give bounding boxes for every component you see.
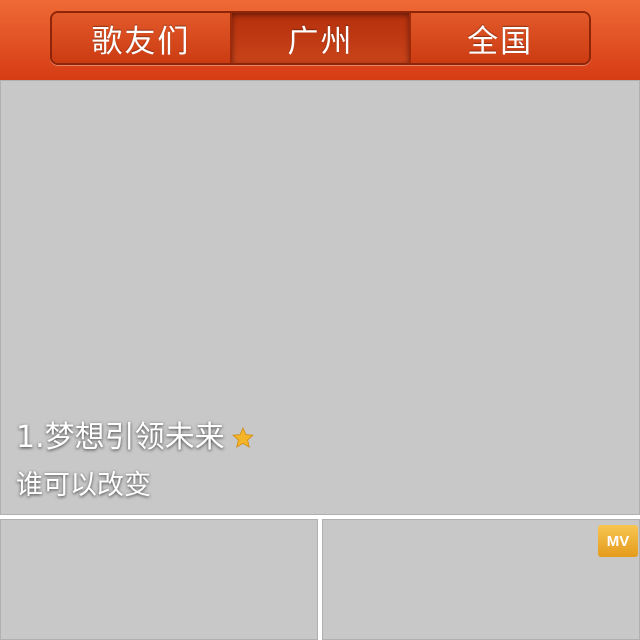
tile-qingyinyue[interactable] bbox=[0, 519, 318, 640]
tab-nationwide[interactable]: 全国 bbox=[409, 13, 589, 63]
song-grid: MV bbox=[0, 515, 640, 640]
tile-qingyinyue-image bbox=[0, 519, 318, 640]
tile-mv-photo bbox=[322, 519, 640, 640]
featured-subtitle: 谁可以改变 bbox=[16, 470, 151, 501]
star-icon bbox=[231, 427, 254, 448]
tab-friends[interactable]: 歌友们 bbox=[52, 13, 230, 63]
tile-mv-video[interactable]: MV bbox=[322, 519, 640, 640]
featured-title: 1.梦想引领未来 bbox=[16, 420, 225, 455]
location-segmented-control: 歌友们 广州 全国 bbox=[50, 11, 591, 65]
tab-guangzhou[interactable]: 广州 bbox=[229, 13, 410, 63]
top-bar: 歌友们 广州 全国 bbox=[0, 0, 640, 80]
featured-title-row: 1.梦想引领未来 bbox=[16, 418, 255, 458]
mv-badge: MV bbox=[598, 525, 638, 557]
featured-banner[interactable]: 1.梦想引领未来 谁可以改变 bbox=[0, 80, 640, 515]
